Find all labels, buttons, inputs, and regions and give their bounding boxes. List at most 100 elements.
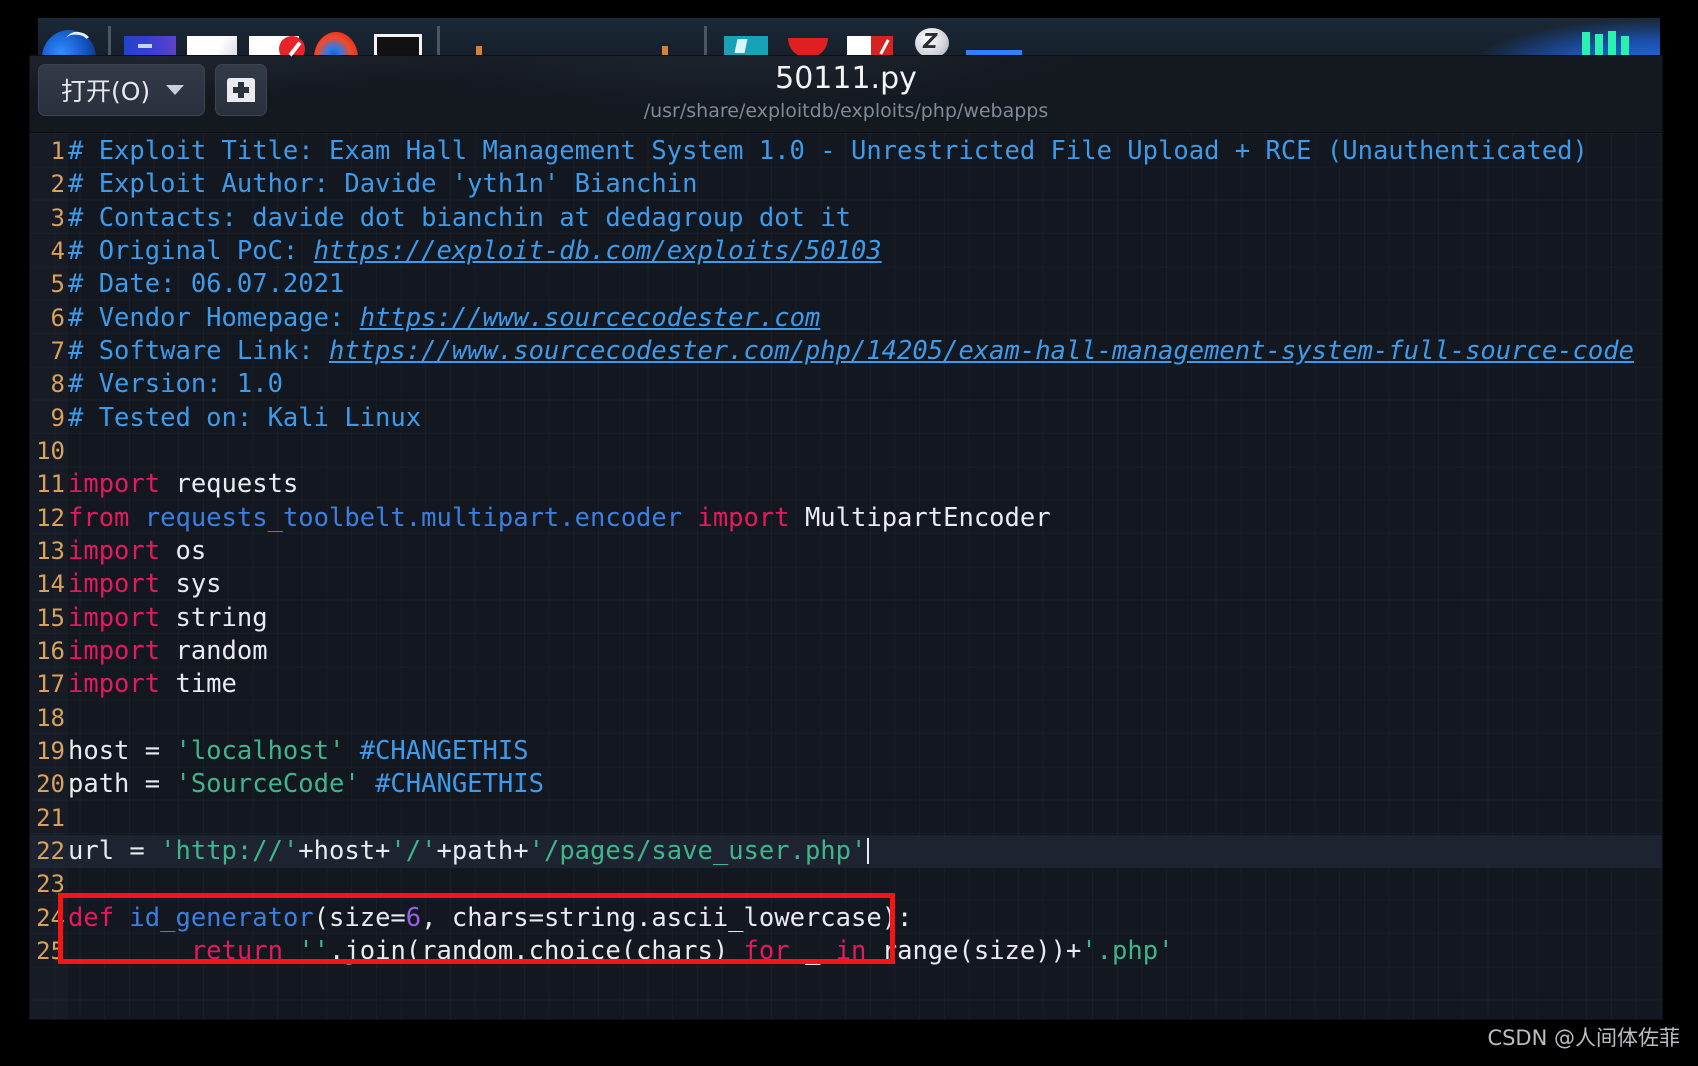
- token-comment: # Tested on: Kali Linux: [68, 402, 422, 433]
- code-line[interactable]: 8 # Version: 1.0: [30, 368, 1662, 401]
- dock-item-file-manager[interactable]: [181, 18, 243, 58]
- line-number: 24: [36, 903, 65, 932]
- token-kw: from: [68, 502, 130, 533]
- code-editor-area[interactable]: 1 # Exploit Title: Exam Hall Management S…: [30, 133, 1662, 1019]
- dock-item-workspace-4[interactable]: [634, 18, 696, 58]
- code-line[interactable]: 7 # Software Link: https://www.sourcecode…: [30, 335, 1662, 368]
- dock-item-workspace-2[interactable]: [510, 18, 572, 58]
- dock-item-cpu-monitor[interactable]: [1550, 18, 1660, 58]
- token-kw: import: [68, 669, 161, 700]
- code-text: # Tested on: Kali Linux: [68, 403, 421, 433]
- line-number: 7: [50, 336, 65, 365]
- line-number: 20: [36, 770, 65, 799]
- code-line[interactable]: 15 import string: [30, 602, 1662, 635]
- dock-item-blue-bar[interactable]: [963, 18, 1025, 58]
- dock-item-terminal-window[interactable]: [367, 18, 429, 58]
- token-plain: path =: [68, 769, 176, 800]
- dock-item-red-app[interactable]: [777, 18, 839, 58]
- token-link[interactable]: https://www.sourcecodester.com: [360, 303, 821, 333]
- token-kw: import: [68, 635, 161, 666]
- code-line[interactable]: 9 # Tested on: Kali Linux: [30, 402, 1662, 435]
- dock-item-zoom[interactable]: [901, 18, 963, 58]
- dock-item-firefox[interactable]: [305, 18, 367, 58]
- code-line[interactable]: 1 # Exploit Title: Exam Hall Management S…: [30, 135, 1662, 168]
- code-line[interactable]: 16 import random: [30, 635, 1662, 668]
- line-number: 13: [36, 536, 65, 565]
- dock-item-pdf-reader[interactable]: [839, 18, 901, 58]
- dock-item-burp-suite[interactable]: [715, 18, 777, 58]
- token-plain: _: [789, 935, 836, 966]
- taskbar-dock[interactable]: [38, 18, 1660, 58]
- code-text: # Exploit Author: Davide 'yth1n' Bianchi…: [68, 169, 697, 199]
- code-line[interactable]: 2 # Exploit Author: Davide 'yth1n' Bianch…: [30, 168, 1662, 201]
- titlebar-title-block: 50111.py /usr/share/exploitdb/exploits/p…: [30, 60, 1662, 124]
- line-number: 10: [36, 436, 65, 465]
- code-line[interactable]: 24 def id_generator(size=6, chars=string.…: [30, 902, 1662, 935]
- code-line[interactable]: 13 import os: [30, 535, 1662, 568]
- token-comment: # Exploit Author: Davide 'yth1n' Bianchi…: [68, 169, 698, 200]
- dock-item-kali-menu[interactable]: [38, 18, 100, 58]
- line-number: 14: [36, 570, 65, 599]
- screen: 打开(O) 50111.py /usr/share/exploitdb/expl…: [0, 0, 1698, 1066]
- code-line[interactable]: 4 # Original PoC: https://exploit-db.com/…: [30, 235, 1662, 268]
- line-number: 8: [50, 370, 65, 399]
- code-line[interactable]: 5 # Date: 06.07.2021: [30, 268, 1662, 301]
- dock-separator: [704, 26, 707, 56]
- code-text: from requests_toolbelt.multipart.encoder…: [68, 503, 1051, 533]
- code-line[interactable]: 18: [30, 702, 1662, 735]
- code-line[interactable]: 3 # Contacts: davide dot bianchin at deda…: [30, 202, 1662, 235]
- document-path: /usr/share/exploitdb/exploits/php/webapp…: [643, 100, 1049, 122]
- line-number: 23: [36, 870, 65, 899]
- token-link[interactable]: https://exploit-db.com/exploits/50103: [314, 236, 882, 266]
- code-text: # Date: 06.07.2021: [68, 269, 344, 299]
- code-text: url = 'http://'+host+'/'+path+'/pages/sa…: [68, 835, 870, 866]
- code-line[interactable]: 23: [30, 868, 1662, 901]
- line-number: 21: [36, 803, 65, 832]
- line-number: 4: [50, 236, 65, 265]
- code-text: import requests: [68, 469, 298, 499]
- code-line[interactable]: 14 import sys: [30, 568, 1662, 601]
- token-str: '/': [390, 835, 437, 866]
- code-line[interactable]: 19 host = 'localhost' #CHANGETHIS: [30, 735, 1662, 768]
- code-line[interactable]: 17 import time: [30, 668, 1662, 701]
- code-line[interactable]: 10: [30, 435, 1662, 468]
- code-line[interactable]: 22 url = 'http://'+host+'/'+path+'/pages/…: [30, 834, 1662, 869]
- line-number: 16: [36, 636, 65, 665]
- watermark: CSDN @人间体佐菲: [1487, 1026, 1680, 1050]
- code-line[interactable]: 11 import requests: [30, 468, 1662, 501]
- token-str: 'localhost': [175, 735, 345, 766]
- line-number: 18: [36, 703, 65, 732]
- code-text: import random: [68, 636, 268, 666]
- text-editor-icon: [249, 36, 305, 58]
- token-comment: # Exploit Title: Exam Hall Management Sy…: [68, 136, 1588, 166]
- token-comment: # Version: 1.0: [68, 369, 283, 400]
- dock-item-workspace-3[interactable]: [572, 18, 634, 58]
- dock-item-workspace-1[interactable]: [448, 18, 510, 58]
- code-text: # Exploit Title: Exam Hall Management Sy…: [68, 136, 1588, 166]
- line-number: 12: [36, 503, 65, 532]
- text-editor-window: 打开(O) 50111.py /usr/share/exploitdb/expl…: [30, 56, 1662, 1019]
- code-line[interactable]: 21: [30, 802, 1662, 835]
- code-lines[interactable]: 1 # Exploit Title: Exam Hall Management S…: [30, 133, 1662, 968]
- token-plain: url =: [68, 835, 161, 866]
- code-line[interactable]: 12 from requests_toolbelt.multipart.encod…: [30, 502, 1662, 535]
- token-fn: id_generator: [114, 902, 314, 933]
- code-text: import string: [68, 603, 268, 633]
- token-str: '': [298, 935, 330, 966]
- code-line[interactable]: 25 return ''.join(random.choice(chars) f…: [30, 935, 1662, 968]
- token-plain: (size=: [313, 902, 406, 933]
- red-app-icon: [788, 38, 828, 58]
- kali-menu-icon: [42, 30, 96, 58]
- code-text: # Version: 1.0: [68, 369, 283, 399]
- workspace-3-icon: [581, 30, 625, 58]
- token-str: '.php': [1081, 935, 1174, 966]
- code-line[interactable]: 20 path = 'SourceCode' #CHANGETHIS: [30, 768, 1662, 801]
- code-line[interactable]: 6 # Vendor Homepage: https://www.sourceco…: [30, 302, 1662, 335]
- dock-item-terminal[interactable]: [119, 18, 181, 58]
- code-text: import os: [68, 536, 206, 566]
- token-kw: return: [190, 935, 283, 966]
- dock-item-text-editor[interactable]: [243, 18, 305, 58]
- token-link[interactable]: https://www.sourcecodester.com/php/14205…: [329, 336, 1634, 366]
- token-plain: requests: [160, 469, 299, 500]
